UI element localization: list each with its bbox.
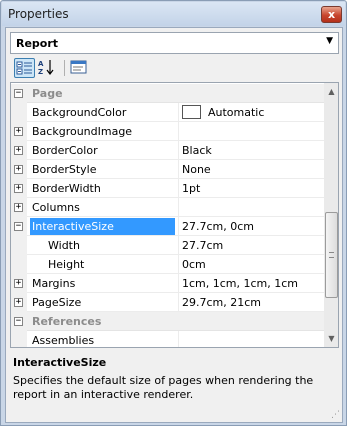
column-divider (178, 217, 179, 236)
property-pages-icon (70, 60, 87, 74)
categorized-button[interactable] (14, 58, 35, 78)
property-value[interactable]: 1cm, 1cm, 1cm, 1cm (182, 277, 298, 290)
category-row[interactable]: − References (11, 312, 324, 331)
property-name: Columns (32, 201, 80, 214)
row-gutter (11, 255, 27, 274)
collapse-icon[interactable]: − (14, 317, 23, 326)
property-name: InteractiveSize (30, 218, 175, 235)
column-divider (178, 236, 179, 255)
column-divider (178, 293, 179, 312)
property-row[interactable]: + BackgroundImage (11, 122, 324, 141)
object-selector-value: Report (16, 37, 59, 50)
expand-icon[interactable]: + (14, 165, 23, 174)
expand-icon[interactable]: + (14, 146, 23, 155)
toolbar-separator (64, 60, 65, 76)
property-row[interactable]: − InteractiveSize 27.7cm, 0cm (11, 217, 324, 236)
properties-panel: Report ▼ A Z − Page BackgroundColor Auto… (5, 27, 343, 423)
property-row[interactable]: Width 27.7cm (11, 236, 324, 255)
expand-icon[interactable]: + (14, 279, 23, 288)
expand-icon[interactable]: + (14, 127, 23, 136)
property-value[interactable]: 0cm (182, 258, 206, 271)
column-divider (178, 122, 179, 141)
property-name: BackgroundColor (32, 106, 127, 119)
property-grid: − Page BackgroundColor Automatic + Background… (10, 82, 339, 348)
expand-icon[interactable]: + (14, 184, 23, 193)
property-name: References (32, 315, 102, 328)
description-title: InteractiveSize (13, 356, 107, 369)
property-name: PageSize (32, 296, 82, 309)
resize-grip-icon[interactable]: ⋰ (331, 410, 340, 420)
expand-icon[interactable]: + (14, 298, 23, 307)
property-rows: − Page BackgroundColor Automatic + Background… (11, 84, 324, 347)
row-gutter (11, 236, 27, 255)
property-name: Margins (32, 277, 76, 290)
object-selector-dropdown[interactable]: Report ▼ (10, 32, 339, 54)
description-text: Specifies the default size of pages when… (13, 374, 314, 401)
column-divider (178, 179, 179, 198)
categorized-icon (16, 61, 32, 75)
properties-window: Properties x Report ▼ A Z − Page Backgro… (0, 0, 347, 426)
scroll-up-icon[interactable]: ▲ (324, 83, 338, 100)
row-gutter (11, 331, 27, 347)
property-value[interactable]: Black (182, 144, 212, 157)
property-value[interactable]: Automatic (208, 106, 264, 119)
column-divider (178, 255, 179, 274)
property-value[interactable]: 29.7cm, 21cm (182, 296, 261, 309)
property-name: Assemblies (32, 334, 95, 347)
row-gutter (11, 103, 27, 122)
close-button[interactable]: x (321, 6, 342, 23)
property-row[interactable]: + Margins 1cm, 1cm, 1cm, 1cm (11, 274, 324, 293)
scroll-down-icon[interactable]: ▼ (324, 330, 338, 347)
chevron-down-icon: ▼ (326, 36, 333, 46)
property-row[interactable]: + BorderWidth 1pt (11, 179, 324, 198)
alphabetical-button[interactable]: A Z (37, 58, 58, 78)
column-divider (178, 103, 179, 122)
property-row[interactable]: + PageSize 29.7cm, 21cm (11, 293, 324, 312)
property-name: BackgroundImage (32, 125, 133, 138)
property-value[interactable]: None (182, 163, 211, 176)
property-name: BorderWidth (32, 182, 101, 195)
property-row[interactable]: + Columns (11, 198, 324, 217)
scrollbar-thumb[interactable] (325, 212, 338, 298)
description-pane: InteractiveSize Specifies the default si… (10, 352, 339, 420)
property-pages-button[interactable] (69, 58, 90, 78)
svg-text:A: A (38, 60, 44, 68)
property-row[interactable]: Height 0cm (11, 255, 324, 274)
column-divider (178, 274, 179, 293)
property-value[interactable]: 27.7cm, 0cm (182, 220, 254, 233)
column-divider (178, 331, 179, 347)
category-row[interactable]: − Page (11, 84, 324, 103)
column-divider (178, 160, 179, 179)
property-row[interactable]: Assemblies (11, 331, 324, 347)
property-value[interactable]: 27.7cm (182, 239, 223, 252)
property-name: BorderStyle (32, 163, 97, 176)
vertical-scrollbar[interactable]: ▲ ▼ (324, 83, 338, 347)
property-name: BorderColor (32, 144, 98, 157)
property-name: Page (32, 87, 63, 100)
column-divider (178, 198, 179, 217)
property-row[interactable]: + BorderStyle None (11, 160, 324, 179)
window-title: Properties (8, 7, 69, 21)
sort-az-icon: A Z (38, 60, 54, 76)
property-row[interactable]: + BorderColor Black (11, 141, 324, 160)
collapse-icon[interactable]: − (14, 89, 23, 98)
properties-toolbar: A Z (10, 57, 339, 79)
property-name: Width (48, 239, 80, 252)
expand-icon[interactable]: + (14, 203, 23, 212)
svg-text:Z: Z (38, 68, 43, 76)
grip-icon (329, 252, 334, 258)
column-divider (178, 141, 179, 160)
property-value[interactable]: 1pt (182, 182, 200, 195)
title-bar[interactable]: Properties x (2, 2, 345, 26)
close-icon: x (327, 8, 336, 21)
property-name: Height (48, 258, 85, 271)
collapse-icon[interactable]: − (14, 222, 23, 231)
property-row[interactable]: BackgroundColor Automatic (11, 103, 324, 122)
color-swatch (182, 105, 201, 119)
